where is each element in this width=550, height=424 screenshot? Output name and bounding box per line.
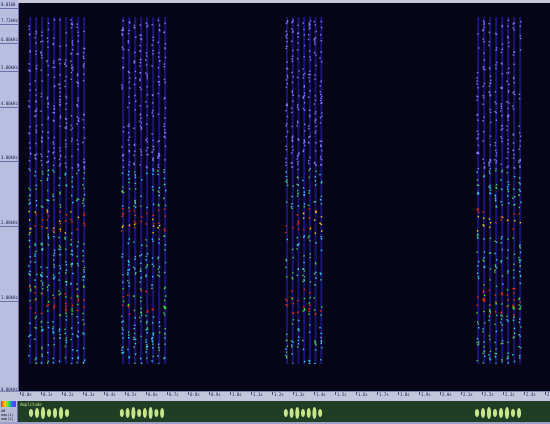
time-tick-mark [440, 392, 441, 395]
frequency-tick-label: 7.72kHz [1, 19, 18, 23]
time-tick-label: 0.2s [64, 393, 74, 397]
time-tick-mark [545, 392, 546, 395]
frequency-tick-label: 1.00kHz [1, 296, 18, 300]
time-tick-label: 1.6s [358, 393, 368, 397]
time-tick-label: 0.5s [127, 393, 137, 397]
waveform-strip[interactable] [18, 401, 550, 422]
time-tick-mark [356, 392, 357, 395]
frequency-tick-mark [0, 226, 18, 227]
time-tick-mark [398, 392, 399, 395]
frequency-tick-mark [0, 71, 18, 72]
frequency-tick-label: 3.00kHz [1, 156, 18, 160]
frequency-tick-mark [0, 8, 18, 9]
call-segment-graphic [27, 9, 87, 364]
spectrogram-view[interactable] [19, 3, 550, 391]
time-tick-mark [167, 392, 168, 395]
time-tick-label: 0.4s [106, 393, 116, 397]
time-tick-mark [125, 392, 126, 395]
frequency-tick-label: 2.00kHz [1, 221, 18, 225]
time-tick-mark [209, 392, 210, 395]
waveform-burst-2 [119, 405, 165, 419]
time-tick-label: 0.0s [22, 393, 32, 397]
time-tick-label: 0.1s [43, 393, 53, 397]
time-tick-mark [461, 392, 462, 395]
frequency-tick-label: 8.0160 [1, 3, 15, 7]
frequency-tick-mark [0, 301, 18, 302]
time-tick-mark [377, 392, 378, 395]
frequency-tick-mark [0, 161, 18, 162]
time-tick-mark [188, 392, 189, 395]
time-tick-label: 0.6s [148, 393, 158, 397]
time-tick-label: 2.3s [505, 393, 515, 397]
time-tick-label: 0.3s [85, 393, 95, 397]
time-tick-label: 1.5s [337, 393, 347, 397]
frequency-tick-mark [0, 43, 18, 44]
call-segment-2[interactable] [120, 9, 168, 364]
frequency-tick-label: 6.00kHz [1, 38, 18, 42]
waveform-burst-graphic [28, 406, 70, 420]
time-tick-mark [104, 392, 105, 395]
time-tick-label: 2.4s [526, 393, 536, 397]
color-scale-swatch [1, 401, 16, 407]
time-tick-label: 0.8s [190, 393, 200, 397]
time-tick-mark [314, 392, 315, 395]
time-tick-label: 1.3s [295, 393, 305, 397]
time-tick-label: 2.1s [463, 393, 473, 397]
time-tick-mark [20, 392, 21, 395]
time-tick-label: 1.4s [316, 393, 326, 397]
time-tick-mark [524, 392, 525, 395]
time-tick-label: 2.2s [484, 393, 494, 397]
frequency-tick-label: 4.00kHz [1, 102, 18, 106]
time-tick-mark [293, 392, 294, 395]
waveform-burst-4 [474, 405, 522, 419]
time-tick-mark [83, 392, 84, 395]
waveform-panel: dB amp(1) amp(2) Amplitude [0, 401, 550, 422]
time-tick-mark [230, 392, 231, 395]
time-tick-mark [419, 392, 420, 395]
time-tick-mark [503, 392, 504, 395]
time-tick-label: 2.0s [442, 393, 452, 397]
time-tick-label: 1.0s [232, 393, 242, 397]
waveform-burst-3 [283, 405, 323, 419]
time-tick-label: 1.9s [421, 393, 431, 397]
time-tick-mark [62, 392, 63, 395]
waveform-title: Amplitude [20, 402, 42, 407]
frequency-tick-mark [0, 107, 18, 108]
time-tick-label: 0.9s [211, 393, 221, 397]
time-tick-label: 1.1s [253, 393, 263, 397]
time-tick-mark [146, 392, 147, 395]
call-segment-1[interactable] [27, 9, 87, 364]
call-segment-graphic [120, 9, 168, 364]
time-tick-label: 0.7s [169, 393, 179, 397]
time-tick-label: 1.2s [274, 393, 284, 397]
waveform-burst-1 [28, 405, 70, 419]
time-tick-mark [482, 392, 483, 395]
waveform-label-3: amp(2) [1, 417, 14, 421]
time-tick-label: 1.8s [400, 393, 410, 397]
frequency-tick-mark [0, 24, 18, 25]
time-tick-mark [251, 392, 252, 395]
call-segment-4[interactable] [475, 9, 523, 364]
waveform-burst-graphic [283, 406, 323, 420]
time-tick-mark [41, 392, 42, 395]
time-tick-label: 1.7s [379, 393, 389, 397]
waveform-burst-graphic [474, 406, 522, 420]
frequency-tick-label: 5.00kHz [1, 66, 18, 70]
call-segment-graphic [475, 9, 523, 364]
frequency-axis: 8.0160 7.72kHz 6.00kHz 5.00kHz 4.00kHz 3.00kH… [0, 0, 19, 391]
time-tick-mark [272, 392, 273, 395]
time-tick-mark [335, 392, 336, 395]
waveform-burst-graphic [119, 406, 165, 420]
call-segment-graphic [284, 9, 324, 364]
call-segment-3[interactable] [284, 9, 324, 364]
